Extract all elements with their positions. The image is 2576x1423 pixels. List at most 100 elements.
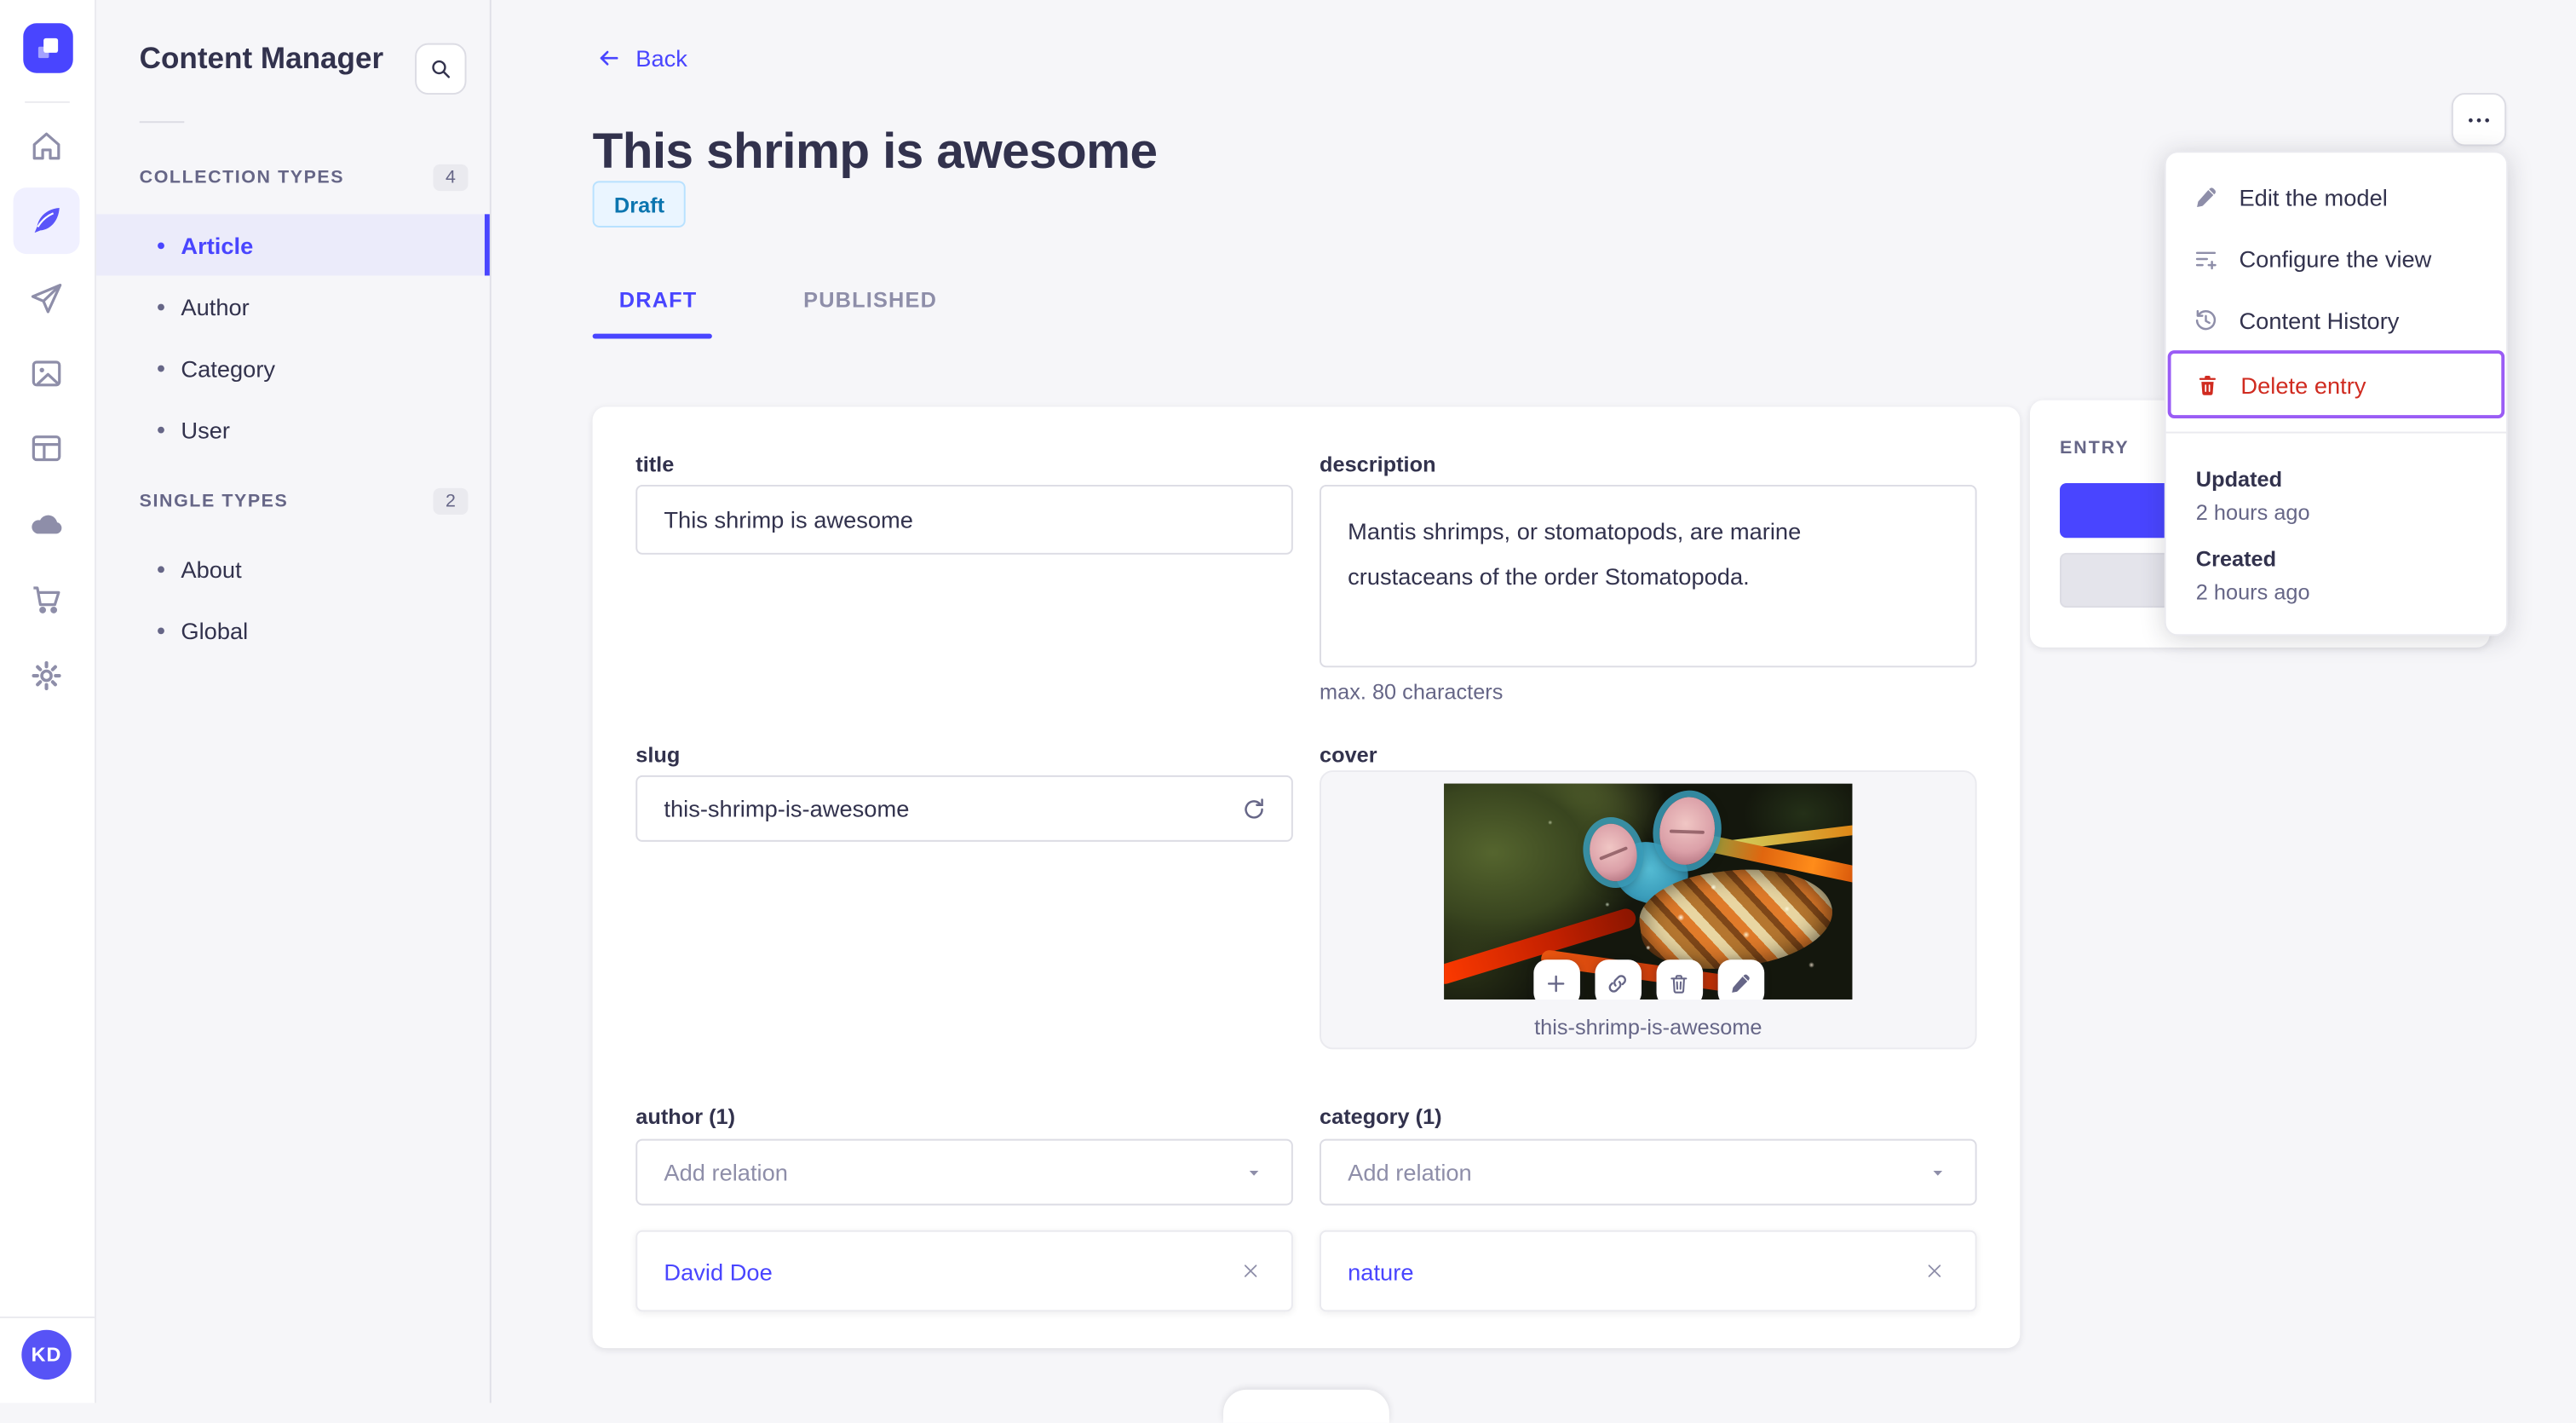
category-relation-combobox[interactable]: Add relation: [1320, 1138, 1977, 1206]
bullet-icon: [158, 626, 164, 634]
releases-icon[interactable]: [14, 266, 80, 332]
menu-item-configure-the-view[interactable]: Configure the view: [2166, 228, 2506, 289]
bullet-icon: [158, 302, 164, 310]
edit-media-button[interactable]: [1716, 959, 1764, 1000]
ellipsis-icon: [2469, 117, 2490, 122]
rail-divider: [25, 101, 70, 103]
media-library-icon[interactable]: [14, 340, 80, 406]
entry-meta: Updated 2 hours ago Created 2 hours ago: [2166, 434, 2506, 635]
description-hint: max. 80 characters: [1320, 678, 1504, 705]
updated-label: Updated: [2195, 466, 2283, 492]
sidebar-item-label: Article: [181, 231, 254, 258]
collection-types-header: COLLECTION TYPES 4: [139, 164, 469, 192]
chevron-down-icon: [1249, 1169, 1259, 1175]
sidebar-item-global[interactable]: Global: [95, 599, 490, 660]
history-icon: [2195, 308, 2217, 330]
back-arrow-icon: [600, 50, 618, 66]
collection-types-count-badge: 4: [433, 164, 469, 192]
version-tabs: DRAFT PUBLISHED: [593, 277, 964, 322]
entry-panel-title: ENTRY: [2060, 438, 2130, 458]
strapi-logo: [23, 23, 73, 73]
delete-media-button[interactable]: [1655, 959, 1703, 1000]
cover-field-label: cover: [1320, 741, 1377, 768]
created-label: Created: [2195, 546, 2277, 572]
tab-published[interactable]: PUBLISHED: [777, 277, 963, 322]
author-relation-combobox[interactable]: Add relation: [635, 1138, 1293, 1206]
configure-icon: [2195, 251, 2217, 269]
copy-link-button[interactable]: [1594, 959, 1642, 1000]
description-field-label: description: [1320, 451, 1436, 477]
cover-filename: this-shrimp-is-awesome: [1534, 1014, 1762, 1040]
single-types-label: SINGLE TYPES: [139, 491, 289, 512]
home-icon[interactable]: [14, 112, 80, 179]
more-actions-button[interactable]: [2451, 93, 2507, 147]
page-title: This shrimp is awesome: [592, 124, 1158, 180]
menu-item-label: Content History: [2239, 306, 2400, 333]
sidebar-item-author[interactable]: Author: [95, 275, 490, 337]
author-combobox-placeholder: Add relation: [664, 1159, 788, 1186]
search-icon: [432, 60, 451, 78]
category-relation-item: nature: [1320, 1230, 1977, 1312]
remove-category-relation-button[interactable]: [1918, 1256, 1948, 1286]
description-textarea[interactable]: Mantis shrimps, or stomatopods, are mari…: [1320, 484, 1977, 668]
author-relation-link[interactable]: David Doe: [664, 1258, 772, 1284]
cover-media-panel: this-shrimp-is-awesome: [1320, 770, 1977, 1050]
sidebar-item-label: Category: [181, 354, 276, 382]
author-field-label: author (1): [635, 1103, 736, 1129]
slug-input[interactable]: this-shrimp-is-awesome: [635, 775, 1293, 842]
pencil-icon: [2197, 187, 2216, 207]
sidebar-item-label: About: [181, 555, 242, 582]
single-types-list: About Global: [95, 538, 490, 660]
slug-field-label: slug: [635, 741, 681, 768]
description-value: Mantis shrimps, or stomatopods, are mari…: [1348, 517, 1802, 590]
cloud-icon[interactable]: [14, 492, 80, 558]
tab-draft[interactable]: DRAFT: [593, 277, 724, 322]
add-media-button[interactable]: [1532, 959, 1579, 1000]
sidebar-item-label: Author: [181, 292, 250, 320]
plus-icon: [1547, 974, 1565, 992]
content-manager-subnav: Content Manager COLLECTION TYPES 4 Artic…: [95, 0, 492, 1403]
menu-item-delete-entry[interactable]: Delete entry: [2167, 350, 2505, 419]
close-icon: [1243, 1265, 1256, 1277]
bullet-icon: [158, 241, 164, 249]
search-button[interactable]: [415, 43, 467, 95]
created-value: 2 hours ago: [2195, 579, 2310, 605]
strapi-admin-app: KD Content Manager COLLECTION TYPES 4 Ar…: [0, 0, 2576, 1423]
category-relation-link[interactable]: nature: [1348, 1258, 1413, 1284]
trash-icon: [2199, 375, 2217, 395]
sidebar-item-label: Global: [181, 616, 249, 644]
sidebar-item-label: User: [181, 416, 230, 443]
back-label: Back: [635, 44, 687, 72]
strapi-logo-glyph: [37, 37, 59, 59]
user-avatar[interactable]: KD: [21, 1329, 72, 1380]
marketplace-icon[interactable]: [14, 566, 80, 632]
content-type-builder-icon[interactable]: [14, 415, 80, 481]
title-input[interactable]: This shrimp is awesome: [635, 484, 1293, 555]
title-field-label: title: [635, 451, 675, 477]
sidebar-item-user[interactable]: User: [95, 399, 490, 460]
settings-icon[interactable]: [14, 642, 80, 709]
slug-input-value: this-shrimp-is-awesome: [664, 795, 910, 822]
single-types-count-badge: 2: [433, 487, 469, 516]
main-nav-rail: KD: [0, 0, 97, 1403]
sidebar-item-category[interactable]: Category: [95, 337, 490, 399]
sidebar-item-about[interactable]: About: [95, 538, 490, 599]
remove-author-relation-button[interactable]: [1235, 1256, 1265, 1286]
pencil-icon: [1732, 973, 1750, 992]
menu-item-label: Delete entry: [2240, 371, 2366, 398]
category-field-label: category (1): [1320, 1103, 1442, 1129]
menu-item-content-history[interactable]: Content History: [2166, 289, 2506, 350]
regenerate-slug-button[interactable]: [1235, 790, 1272, 827]
floating-actions-peek: [1223, 1389, 1389, 1423]
menu-item-edit-the-model[interactable]: Edit the model: [2166, 166, 2506, 228]
menu-item-label: Configure the view: [2239, 245, 2432, 272]
title-input-value: This shrimp is awesome: [664, 506, 913, 533]
content-manager-icon[interactable]: [13, 187, 80, 255]
menu-item-label: Edit the model: [2239, 183, 2388, 210]
updated-value: 2 hours ago: [2195, 499, 2310, 525]
back-link[interactable]: Back: [595, 45, 687, 72]
sidebar-item-article[interactable]: Article: [95, 214, 490, 276]
cover-image-actions: [1444, 959, 1852, 1000]
more-actions-menu: Edit the model Configure the view Conten…: [2164, 151, 2509, 637]
collection-types-label: COLLECTION TYPES: [139, 167, 345, 188]
